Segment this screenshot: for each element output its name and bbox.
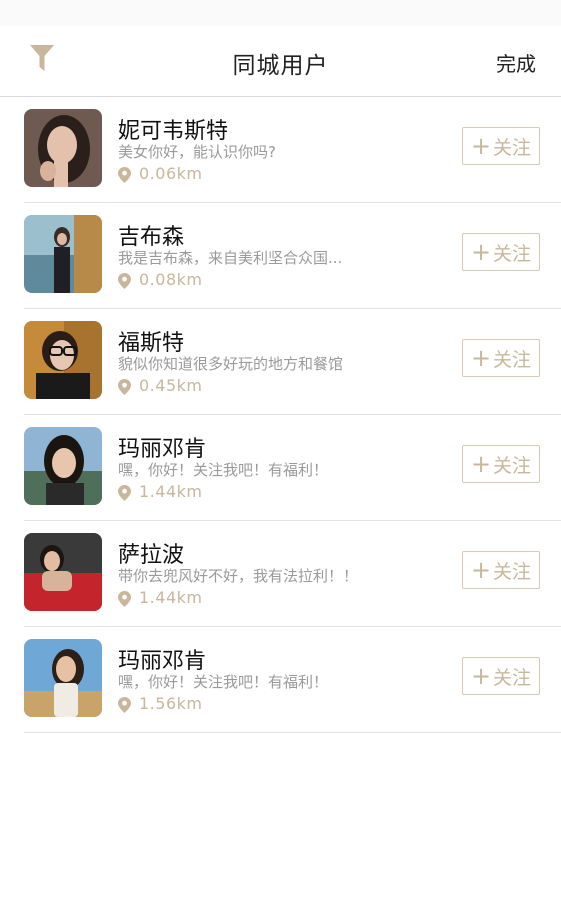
user-message: 嘿，你好！关注我吧！有福利！ [118,461,329,479]
distance-label: 1.56km [139,694,203,713]
follow-button[interactable]: + 关注 [462,657,540,695]
user-message: 我是吉布森，来自美利坚合众国... [118,249,343,267]
user-list: 妮可韦斯特 美女你好，能认识你吗? 0.06km + 关注 吉布森 我是吉布森，来… [0,97,561,733]
avatar[interactable] [24,427,102,505]
follow-button[interactable]: + 关注 [462,551,540,589]
plus-icon: + [470,662,492,690]
plus-icon: + [470,238,492,266]
location-pin-icon [118,485,131,501]
location-pin-icon [118,697,131,713]
follow-button[interactable]: + 关注 [462,233,540,271]
nav-bar: 同城用户 完成 [0,26,561,97]
user-message: 嘿，你好！关注我吧！有福利！ [118,673,329,691]
follow-label: 关注 [493,560,532,583]
location-pin-icon [118,167,131,183]
distance-label: 0.45km [139,376,203,395]
follow-label: 关注 [493,348,532,371]
location-pin-icon [118,591,131,607]
follow-label: 关注 [493,666,532,689]
avatar[interactable] [24,639,102,717]
list-item[interactable]: 福斯特 貌似你知道很多好玩的地方和餐馆 0.45km + 关注 [24,309,561,415]
avatar[interactable] [24,215,102,293]
plus-icon: + [470,556,492,584]
avatar[interactable] [24,321,102,399]
plus-icon: + [470,344,492,372]
list-item[interactable]: 玛丽邓肯 嘿，你好！关注我吧！有福利！ 1.56km + 关注 [24,627,561,733]
avatar[interactable] [24,109,102,187]
follow-button[interactable]: + 关注 [462,127,540,165]
follow-button[interactable]: + 关注 [462,339,540,377]
distance-label: 0.06km [139,164,203,183]
list-item[interactable]: 吉布森 我是吉布森，来自美利坚合众国... 0.08km + 关注 [24,203,561,309]
done-button[interactable]: 完成 [496,48,536,77]
list-item[interactable]: 萨拉波 带你去兜风好不好，我有法拉利！！ 1.44km + 关注 [24,521,561,627]
list-item[interactable]: 玛丽邓肯 嘿，你好！关注我吧！有福利！ 1.44km + 关注 [24,415,561,521]
list-item[interactable]: 妮可韦斯特 美女你好，能认识你吗? 0.06km + 关注 [24,97,561,203]
user-message: 带你去兜风好不好，我有法拉利！！ [118,567,359,585]
user-message: 貌似你知道很多好玩的地方和餐馆 [118,355,344,373]
follow-label: 关注 [493,242,532,265]
follow-label: 关注 [493,136,532,159]
plus-icon: + [470,450,492,478]
page-title: 同城用户 [232,53,329,79]
user-message: 美女你好，能认识你吗? [118,143,276,161]
follow-label: 关注 [493,454,532,477]
location-pin-icon [118,379,131,395]
distance-label: 0.08km [139,270,203,289]
avatar[interactable] [24,533,102,611]
follow-button[interactable]: + 关注 [462,445,540,483]
location-pin-icon [118,273,131,289]
distance-label: 1.44km [139,588,203,607]
distance-label: 1.44km [139,482,203,501]
status-bar [0,0,561,26]
plus-icon: + [470,132,492,160]
